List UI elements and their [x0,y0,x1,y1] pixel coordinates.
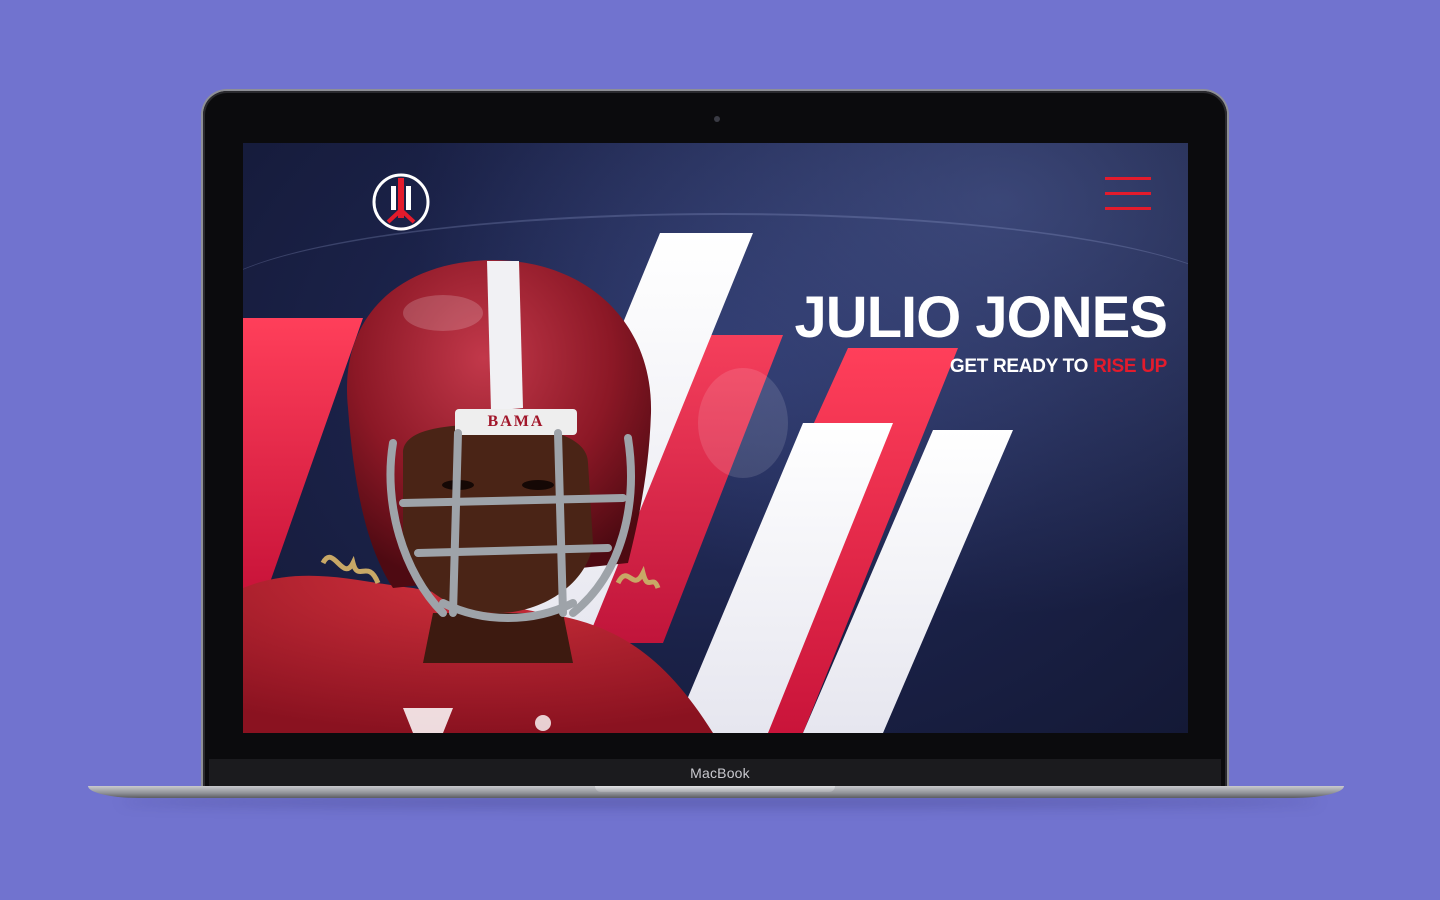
hero-subtitle: GET READY TO RISE UP [950,357,1167,376]
helmet-label: BAMA [487,413,545,430]
hamburger-menu-icon[interactable] [1105,177,1153,213]
laptop-shadow [120,797,1320,807]
website-screen: BAMA JULIO JONES GET READY TO RISE UP [243,143,1188,733]
hero-subtitle-accent: RISE UP [1093,356,1167,377]
jersey-number-11-logo-icon[interactable] [371,172,431,232]
laptop-brand-label: MacBook [690,765,750,781]
hero-subtitle-prefix: GET READY TO [949,356,1089,377]
webcam-icon [714,116,720,122]
hero-title: JULIO JONES [794,285,1168,350]
laptop-base-notch [595,786,835,792]
